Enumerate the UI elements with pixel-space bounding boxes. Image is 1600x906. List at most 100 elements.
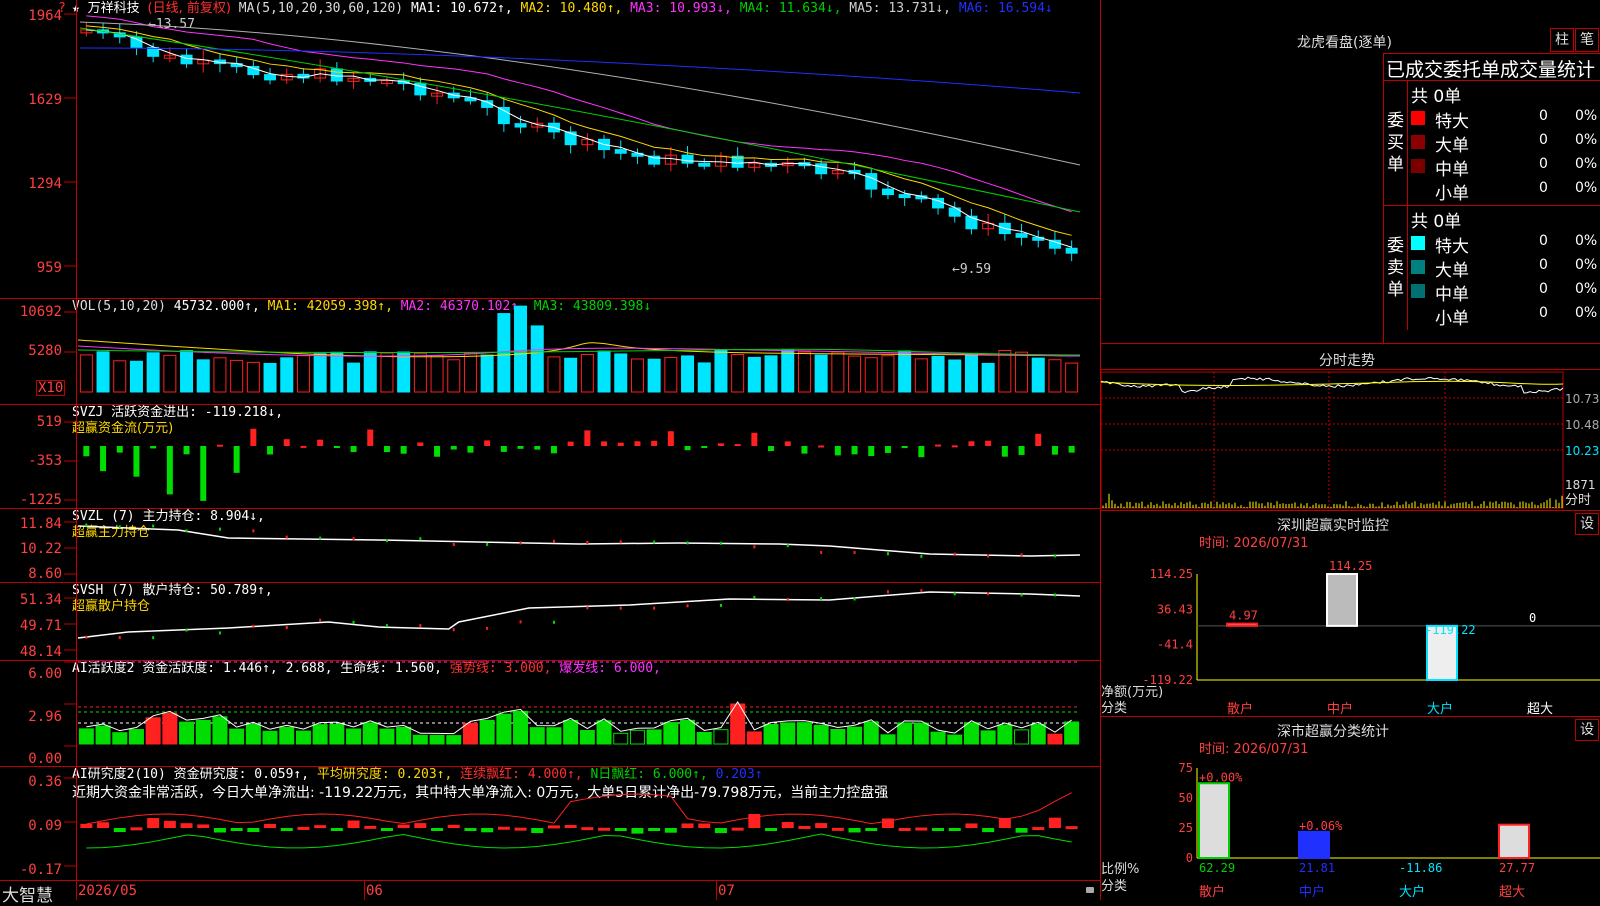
fund-flow-chart	[64, 421, 1075, 501]
research-bar	[414, 823, 427, 828]
chart-area[interactable]: 1964 1629 1294 959 ? ★ 万祥科技 (日线, 前复权) MA…	[0, 0, 1100, 906]
activity-bar	[429, 734, 445, 745]
volume-panel[interactable]: 10692 5280 X10 VOL(5,10,20) 45732.000↑, …	[0, 298, 1100, 405]
holding-tick	[285, 626, 288, 630]
holding-tick	[419, 537, 422, 541]
candle-body	[898, 194, 911, 199]
holding-tick	[118, 636, 121, 640]
holding-tick	[753, 545, 756, 549]
class-value-label: -11.86	[1399, 861, 1442, 875]
activity-bar	[863, 721, 879, 745]
research-bar	[197, 824, 210, 828]
class-ytick: 25	[1179, 821, 1193, 835]
research-bar	[130, 827, 143, 831]
candle-body	[698, 162, 711, 167]
ai-activity-panel[interactable]: 6.00 2.96 0.00 AI活跃度2 资金活跃度: 1.446↑, 2.6…	[0, 660, 1100, 767]
volume-bar	[714, 349, 728, 393]
activity-bar	[646, 729, 662, 745]
candle-body	[180, 54, 193, 65]
date-label-1: 2026/05	[78, 883, 138, 899]
svsh-panel[interactable]: 51.34 49.71 48.14 SVSH (7) 散户持仓: 50.789↑…	[0, 582, 1100, 661]
research-bar	[898, 827, 911, 831]
holding-tick	[653, 540, 656, 544]
activity-bar	[546, 727, 562, 745]
activity-bar	[396, 726, 412, 745]
flow-bar	[667, 431, 674, 446]
flow-bar	[83, 446, 90, 457]
flow-bar	[166, 446, 173, 495]
activity-chart	[64, 661, 1080, 747]
research-bar	[948, 828, 961, 831]
holding-tick	[185, 529, 188, 533]
volume-bar	[180, 350, 194, 393]
volume-bar	[480, 354, 494, 393]
flow-bar	[1035, 433, 1042, 446]
research-bar	[481, 828, 494, 833]
research-bar	[781, 822, 794, 828]
holding-tick	[252, 624, 255, 628]
class-category: 超大	[1499, 885, 1525, 900]
candle-body	[1015, 233, 1028, 238]
research-bar	[230, 828, 243, 831]
flow-bar	[133, 446, 140, 477]
flow-bar	[617, 442, 624, 446]
activity-bar	[830, 729, 846, 745]
flow-bar	[734, 444, 741, 447]
ai-research-panel[interactable]: 0.36 0.09 -0.17 AI研究度2(10) 资金研究度: 0.059↑…	[0, 766, 1100, 880]
candle-body	[815, 163, 828, 175]
research-bar	[982, 828, 995, 833]
research-bar	[1048, 817, 1061, 828]
class-bar	[1198, 782, 1230, 860]
volume-bar	[614, 353, 628, 393]
volume-bar	[814, 354, 828, 393]
holding-tick	[820, 551, 823, 555]
flow-bar	[951, 445, 958, 448]
flow-bar	[300, 445, 307, 448]
holding-tick	[452, 628, 455, 632]
volume-bar	[998, 349, 1012, 393]
svzj-panel[interactable]: 519 -353 -1225 SVZJ 活跃资金进出: -119.218↓, 超…	[0, 404, 1100, 509]
volume-bar	[230, 359, 244, 393]
holding-tick	[85, 635, 88, 639]
research-bar	[681, 823, 694, 828]
activity-bar	[295, 730, 311, 745]
activity-bar	[479, 719, 495, 745]
volume-bar	[697, 362, 711, 393]
flow-bar	[216, 444, 223, 447]
holding-tick	[486, 542, 489, 546]
flow-bar	[317, 439, 324, 446]
svzl-panel[interactable]: 11.84 10.22 8.60 SVZL (7) 主力持仓: 8.904↓, …	[0, 508, 1100, 583]
class-bar-chart: 75 50 25 0 +0.00% 62.29 散户 +0.06% 21.81 中户 -11.86 大…	[1179, 761, 1600, 900]
volume-bar	[864, 357, 878, 393]
activity-bar	[763, 724, 779, 745]
holding-tick	[920, 554, 923, 558]
volume-bar	[580, 353, 594, 393]
activity-bar	[346, 728, 362, 745]
activity-bar	[980, 730, 996, 745]
volume-bar	[1048, 359, 1062, 393]
flow-bar	[283, 439, 290, 446]
flow-bar	[550, 446, 557, 454]
main-kline-panel[interactable]: 1964 1629 1294 959 ? ★ 万祥科技 (日线, 前复权) MA…	[0, 0, 1100, 299]
activity-bar	[312, 724, 328, 745]
flow-bar	[1068, 446, 1075, 453]
research-bar	[865, 828, 878, 831]
holding-tick	[953, 592, 956, 596]
holding-tick	[552, 539, 555, 543]
candle-body	[681, 154, 694, 164]
flow-bar	[183, 446, 190, 455]
holding-tick	[586, 541, 589, 545]
activity-bar	[279, 726, 295, 745]
right-sidebar: 龙虎看盘(逐单) 柱 笔 已成交委托单成交量统计 委买单 委卖单 共 0单 共 …	[1100, 0, 1600, 900]
class-category: 大户	[1399, 884, 1425, 900]
activity-bar	[112, 732, 128, 745]
research-bar	[113, 828, 126, 833]
activity-bar	[262, 730, 278, 745]
holding-line	[77, 591, 1081, 639]
ma1-line	[86, 29, 1072, 248]
flow-bar	[584, 430, 591, 446]
candle-body	[497, 106, 510, 125]
holding-tick	[853, 551, 856, 555]
flow-bar	[818, 445, 825, 448]
flow-bar	[634, 441, 641, 446]
